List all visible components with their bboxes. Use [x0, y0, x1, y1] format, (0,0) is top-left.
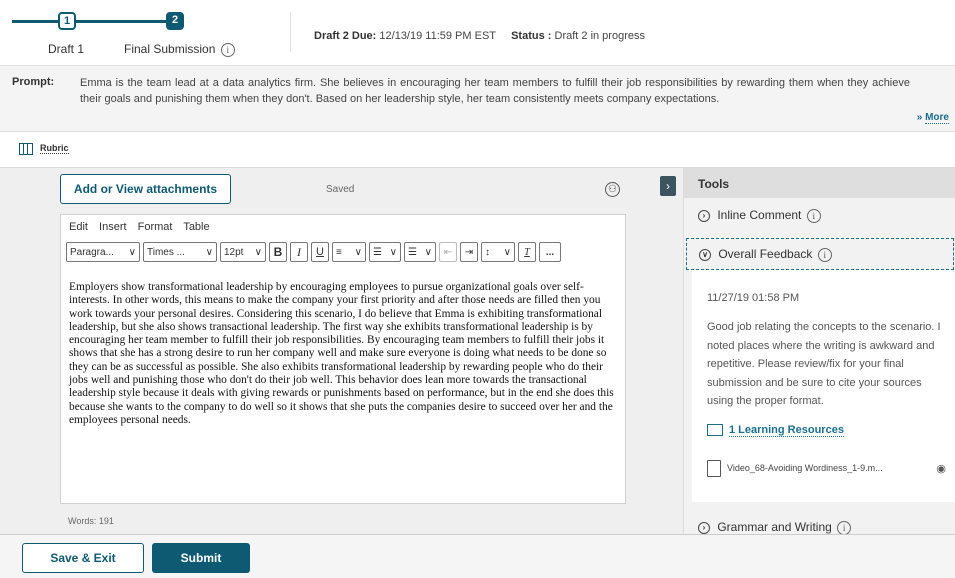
chevron-down-icon: ∨: [354, 246, 362, 258]
step-1-label[interactable]: Draft 1: [48, 42, 84, 56]
word-count: Words: 191: [68, 516, 114, 526]
tools-panel: Tools › Inline Comment i ∨ Overall Feedb…: [683, 168, 955, 534]
video-name: Video_68-Avoiding Wordiness_1-9.m...: [727, 462, 883, 473]
accessibility-icon[interactable]: ⚇: [605, 182, 620, 197]
double-chevron-down-icon: »: [916, 112, 923, 123]
video-resource[interactable]: Video_68-Avoiding Wordiness_1-9.m... ◉: [707, 460, 952, 477]
chevron-down-icon: ∨: [424, 246, 432, 258]
indent-icon: ⇥: [464, 246, 474, 258]
bullet-list-button[interactable]: ☰ ∨: [369, 242, 401, 262]
collapse-tools-button[interactable]: ›: [660, 176, 676, 196]
chevron-down-icon: ∨: [128, 246, 136, 258]
status-value: Draft 2 in progress: [554, 30, 645, 42]
more-link[interactable]: » More: [912, 112, 949, 124]
rubric-link[interactable]: Rubric: [40, 143, 69, 154]
step-2-indicator[interactable]: 2: [166, 12, 184, 30]
chevron-right-icon: ›: [698, 209, 710, 222]
rich-text-editor[interactable]: Edit Insert Format Table Paragra... ∨ Tim…: [60, 214, 626, 504]
due-label: Draft 2 Due:: [314, 30, 377, 42]
chevron-right-icon: ›: [666, 179, 670, 193]
more-label: More: [925, 112, 949, 124]
prompt-text: Emma is the team lead at a data analytic…: [80, 77, 910, 105]
menu-insert[interactable]: Insert: [99, 221, 127, 233]
header-divider: [290, 12, 291, 52]
font-size-value: 12pt: [224, 246, 244, 258]
outdent-button[interactable]: ⇤: [439, 242, 457, 262]
save-exit-button[interactable]: Save & Exit: [22, 543, 144, 573]
chevron-down-icon: ∨: [503, 246, 511, 258]
inline-comment-label: Inline Comment: [717, 208, 802, 222]
overall-feedback-section[interactable]: ∨ Overall Feedback i: [686, 238, 954, 270]
attachments-button[interactable]: Add or View attachments: [60, 174, 231, 204]
footer-bar: Save & Exit Submit: [0, 534, 955, 578]
learning-resources-label: 1 Learning Resources: [729, 424, 844, 437]
overall-feedback-label: Overall Feedback: [718, 247, 813, 261]
prompt-label: Prompt:: [12, 76, 55, 88]
feedback-card: 11/27/19 01:58 PM Good job relating the …: [692, 270, 955, 502]
menu-edit[interactable]: Edit: [69, 221, 88, 233]
paragraph-select-value: Paragra...: [70, 246, 114, 258]
editor-toolbar: Paragra... ∨ Times ... ∨ 12pt ∨ B I U ≡ ∨ ☰ ∨…: [66, 242, 561, 264]
assignment-header: 1 2 Draft 1 Final Submission i Draft 2 D…: [0, 0, 955, 66]
chevron-down-icon: ∨: [205, 246, 213, 258]
clear-format-button[interactable]: T: [518, 242, 536, 262]
chevron-down-icon: ∨: [389, 246, 397, 258]
menu-table[interactable]: Table: [183, 221, 209, 233]
info-icon[interactable]: i: [817, 247, 832, 262]
info-icon[interactable]: i: [806, 208, 821, 223]
paragraph-select[interactable]: Paragra... ∨: [66, 242, 140, 262]
due-status-line: Draft 2 Due: 12/13/19 11:59 PM EST Statu…: [314, 30, 645, 42]
grammar-writing-label: Grammar and Writing: [717, 520, 832, 534]
align-left-icon: ≡: [336, 246, 342, 258]
bullet-list-icon: ☰: [373, 246, 382, 258]
font-select-value: Times ...: [147, 246, 185, 258]
chevron-right-icon: ›: [698, 521, 710, 534]
feedback-date: 11/27/19 01:58 PM: [707, 292, 800, 304]
submit-button[interactable]: Submit: [152, 543, 250, 573]
italic-button[interactable]: I: [290, 242, 308, 262]
stepper-line: [76, 20, 166, 23]
numbered-list-button[interactable]: ☰ ∨: [404, 242, 436, 262]
indent-button[interactable]: ⇥: [460, 242, 478, 262]
saved-status: Saved: [326, 184, 355, 195]
more-tools-button[interactable]: ...: [539, 242, 561, 262]
step-2-label-text: Final Submission: [124, 42, 216, 56]
essay-body[interactable]: Employers show transformational leadersh…: [69, 281, 621, 427]
align-select[interactable]: ≡ ∨: [332, 242, 366, 262]
status-label: Status :: [511, 30, 552, 42]
stepper-line: [12, 20, 58, 23]
step-1-indicator[interactable]: 1: [58, 12, 76, 30]
line-height-select[interactable]: ↕ ∨: [481, 242, 515, 262]
chevron-down-icon: ∨: [254, 246, 262, 258]
feedback-text: Good job relating the concepts to the sc…: [707, 321, 941, 407]
video-file-icon: [707, 460, 721, 477]
editor-menubar: Edit Insert Format Table: [69, 221, 218, 233]
eye-icon[interactable]: ◉: [936, 462, 946, 475]
font-select[interactable]: Times ... ∨: [143, 242, 217, 262]
tools-title: Tools: [698, 177, 730, 191]
learning-resources-link[interactable]: 1 Learning Resources: [707, 424, 844, 437]
rubric-bar: Rubric: [0, 132, 955, 168]
step-2-label[interactable]: Final Submission i: [124, 42, 235, 57]
prompt-panel: Prompt: Emma is the team lead at a data …: [0, 66, 955, 132]
inline-comment-section[interactable]: › Inline Comment i: [698, 208, 955, 223]
info-icon[interactable]: i: [837, 520, 852, 534]
numbered-list-icon: ☰: [408, 246, 417, 258]
grammar-writing-section[interactable]: › Grammar and Writing i: [698, 520, 955, 534]
due-value: 12/13/19 11:59 PM EST: [379, 30, 496, 42]
line-height-icon: ↕: [485, 246, 490, 258]
tools-header: Tools: [684, 168, 955, 198]
outdent-icon: ⇤: [443, 246, 453, 258]
font-size-select[interactable]: 12pt ∨: [220, 242, 266, 262]
chevron-down-icon: ∨: [699, 248, 711, 261]
book-icon: [707, 424, 723, 437]
editor-area: Add or View attachments Saved ⚇ Edit Ins…: [0, 168, 683, 534]
bold-button[interactable]: B: [269, 242, 287, 262]
menu-format[interactable]: Format: [138, 221, 173, 233]
rubric-grid-icon[interactable]: [19, 143, 33, 155]
info-icon[interactable]: i: [220, 42, 235, 57]
underline-button[interactable]: U: [311, 242, 329, 262]
